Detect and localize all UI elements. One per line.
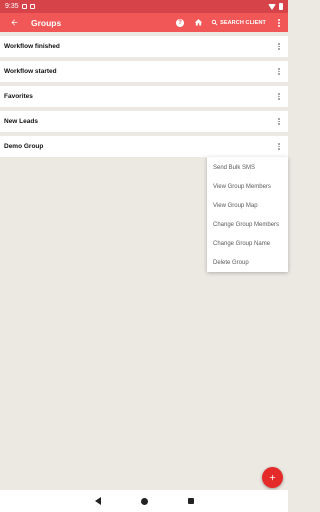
help-button[interactable]: ? [171,13,189,32]
help-circle-icon: ? [176,18,185,27]
more-vert-icon[interactable] [276,43,282,50]
group-label: Favorites [4,93,33,100]
more-vert-icon[interactable] [276,143,282,150]
search-icon [211,19,218,26]
page-title: Groups [31,17,62,28]
more-vert-icon[interactable] [276,118,282,125]
notification-icon-2 [29,4,35,9]
search-client-label: SEARCH CLIENT [220,19,266,26]
home-icon [194,19,202,26]
search-client-button[interactable]: SEARCH CLIENT [207,13,270,32]
notification-icon [21,4,27,9]
system-nav-bar [0,490,288,512]
menu-item-send-bulk-sms[interactable]: Send Bulk SMS [207,158,288,177]
battery-icon [279,3,283,10]
group-row-workflow-finished[interactable]: Workflow finished [0,36,288,57]
groups-list: Workflow finished Workflow started Favor… [0,36,288,161]
status-time: 9:35 [5,3,19,10]
more-vert-icon [278,18,280,27]
nav-home-icon[interactable] [140,497,148,505]
menu-item-delete-group[interactable]: Delete Group [207,253,288,272]
status-bar: 9:35 [0,0,288,13]
nav-recents-icon[interactable] [187,498,194,504]
group-label: Workflow started [4,68,57,75]
menu-item-change-group-members[interactable]: Change Group Members [207,215,288,234]
plus-icon [269,474,276,481]
menu-item-view-group-map[interactable]: View Group Map [207,196,288,215]
overflow-menu-button[interactable] [270,13,288,32]
home-button[interactable] [189,13,207,32]
add-group-button[interactable] [262,467,283,488]
back-button[interactable] [0,13,28,32]
group-label: New Leads [4,118,38,125]
group-row-demo-group[interactable]: Demo Group [0,136,288,157]
group-context-menu: Send Bulk SMS View Group Members View Gr… [207,157,288,272]
group-label: Demo Group [4,143,44,150]
arrow-left-icon [11,19,17,26]
wifi-icon [268,3,276,10]
more-vert-icon[interactable] [276,68,282,75]
more-vert-icon[interactable] [276,93,282,100]
group-row-workflow-started[interactable]: Workflow started [0,61,288,82]
group-row-favorites[interactable]: Favorites [0,86,288,107]
app-bar: Groups ? SEARCH CLIENT [0,13,288,32]
menu-item-view-group-members[interactable]: View Group Members [207,177,288,196]
group-label: Workflow finished [4,43,60,50]
nav-back-icon[interactable] [94,497,101,505]
menu-item-change-group-name[interactable]: Change Group Name [207,234,288,253]
group-row-new-leads[interactable]: New Leads [0,111,288,132]
